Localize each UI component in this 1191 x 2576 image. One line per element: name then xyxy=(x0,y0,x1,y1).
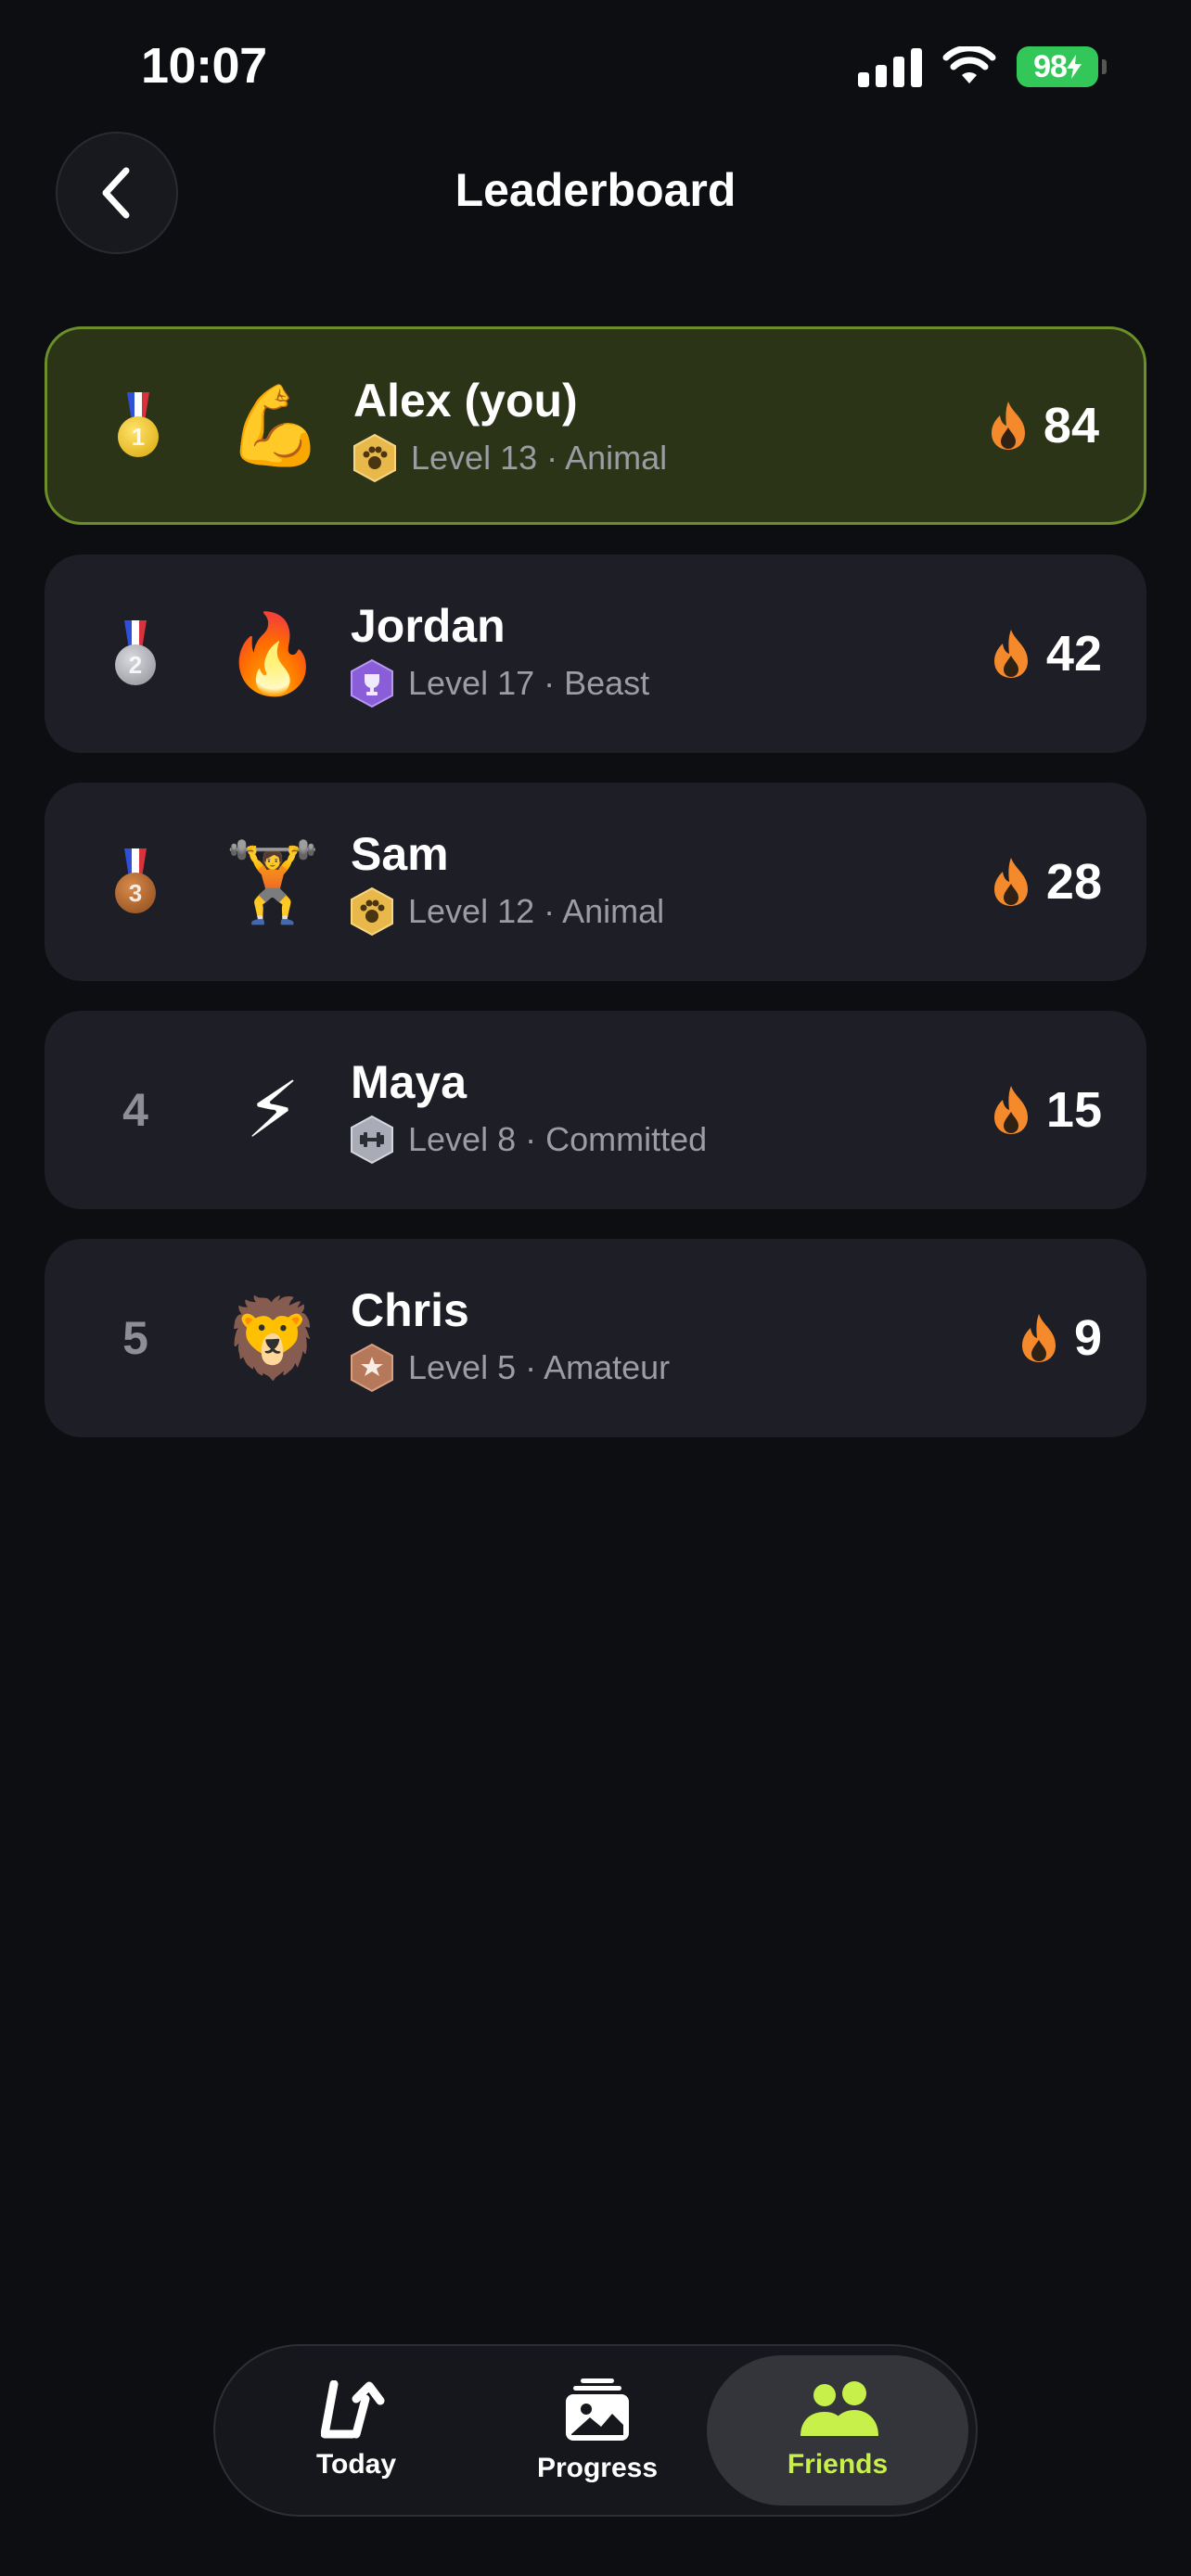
bronze-medal-icon: 3 xyxy=(115,848,156,915)
flame-icon xyxy=(993,1086,1028,1134)
tab-progress[interactable]: Progress xyxy=(471,2355,724,2506)
tab-today[interactable]: Today xyxy=(230,2355,482,2506)
player-level: Level 13 · Animal xyxy=(352,433,667,483)
tab-label: Progress xyxy=(536,2453,659,2483)
leaderboard-row[interactable]: 4 ⚡ Maya Level 8 · Committed 15 xyxy=(45,1011,1146,1209)
player-name: Jordan xyxy=(351,600,506,652)
player-name: Alex (you) xyxy=(353,375,578,427)
level-text: Level 8 · Committed xyxy=(408,1120,708,1158)
tab-label: Today xyxy=(315,2449,397,2480)
today-icon xyxy=(321,2380,385,2439)
tab-label: Friends xyxy=(787,2449,889,2480)
leaderboard-row[interactable]: 5 🦁 Chris Level 5 · Amateur 9 xyxy=(45,1239,1146,1437)
flame-icon xyxy=(991,402,1025,450)
battery-icon: 98 xyxy=(1017,46,1107,87)
rank-number: 5 xyxy=(122,1312,148,1364)
flame-icon xyxy=(1021,1314,1056,1362)
level-text: Level 5 · Amateur xyxy=(408,1348,671,1386)
paw-badge-icon xyxy=(351,886,393,937)
streak: 84 xyxy=(988,329,1099,522)
gold-medal-icon: 1 xyxy=(118,392,159,459)
streak: 28 xyxy=(991,783,1102,981)
player-level: Level 8 · Committed xyxy=(349,1115,707,1165)
streak: 15 xyxy=(991,1011,1102,1209)
cellular-signal-icon xyxy=(858,46,922,87)
leaderboard-list: 1 💪 Alex (you) Level 13 · Animal 84 2 🔥 … xyxy=(45,326,1146,1467)
player-name: Sam xyxy=(351,828,449,880)
streak-count: 9 xyxy=(1073,1310,1102,1366)
flame-icon xyxy=(993,630,1028,678)
tab-friends[interactable]: Friends xyxy=(707,2355,968,2506)
star-badge-icon xyxy=(351,1343,393,1393)
level-text: Level 12 · Animal xyxy=(408,892,665,930)
wifi-icon xyxy=(942,46,996,83)
player-level: Level 12 · Animal xyxy=(349,886,664,937)
avatar: 💪 xyxy=(226,381,325,469)
level-text: Level 13 · Animal xyxy=(411,439,668,477)
player-level: Level 5 · Amateur xyxy=(349,1343,670,1393)
charging-bolt-icon xyxy=(1066,55,1082,79)
battery-level: 98 xyxy=(1033,48,1068,84)
avatar: 🔥 xyxy=(224,609,322,697)
dumbbell-badge-icon xyxy=(351,1115,393,1165)
streak-count: 15 xyxy=(1045,1082,1102,1138)
rank-cell: 1 xyxy=(94,329,183,522)
player-name: Chris xyxy=(351,1284,469,1336)
rank-number: 4 xyxy=(122,1084,148,1136)
avatar: 🏋️ xyxy=(224,837,322,925)
tab-bar: Today Progress Friends xyxy=(213,2344,978,2517)
friends-icon xyxy=(800,2381,878,2436)
rank-cell: 3 xyxy=(91,783,180,981)
flame-icon xyxy=(993,858,1028,906)
streak-count: 42 xyxy=(1045,626,1102,682)
player-level: Level 17 · Beast xyxy=(349,658,649,708)
status-time: 10:07 xyxy=(141,38,267,94)
silver-medal-icon: 2 xyxy=(115,620,156,687)
leaderboard-screen: 10:07 98 Leaderboard 1 💪 Alex (you) Leve… xyxy=(0,0,1191,2576)
level-text: Level 17 · Beast xyxy=(408,664,650,702)
leaderboard-row-you[interactable]: 1 💪 Alex (you) Level 13 · Animal 84 xyxy=(45,326,1146,525)
leaderboard-row[interactable]: 3 🏋️ Sam Level 12 · Animal 28 xyxy=(45,783,1146,981)
player-name: Maya xyxy=(351,1056,467,1108)
avatar: 🦁 xyxy=(224,1294,322,1382)
rank-cell: 2 xyxy=(91,555,180,753)
streak-count: 84 xyxy=(1043,398,1099,453)
paw-badge-icon xyxy=(353,433,396,483)
trophy-badge-icon xyxy=(351,658,393,708)
streak: 9 xyxy=(1018,1239,1102,1437)
progress-icon xyxy=(566,2378,629,2441)
page-title: Leaderboard xyxy=(455,164,736,216)
streak: 42 xyxy=(991,555,1102,753)
avatar: ⚡ xyxy=(245,1066,301,1154)
leaderboard-row[interactable]: 2 🔥 Jordan Level 17 · Beast 42 xyxy=(45,555,1146,753)
streak-count: 28 xyxy=(1045,854,1102,910)
status-icons: 98 xyxy=(858,46,1107,87)
